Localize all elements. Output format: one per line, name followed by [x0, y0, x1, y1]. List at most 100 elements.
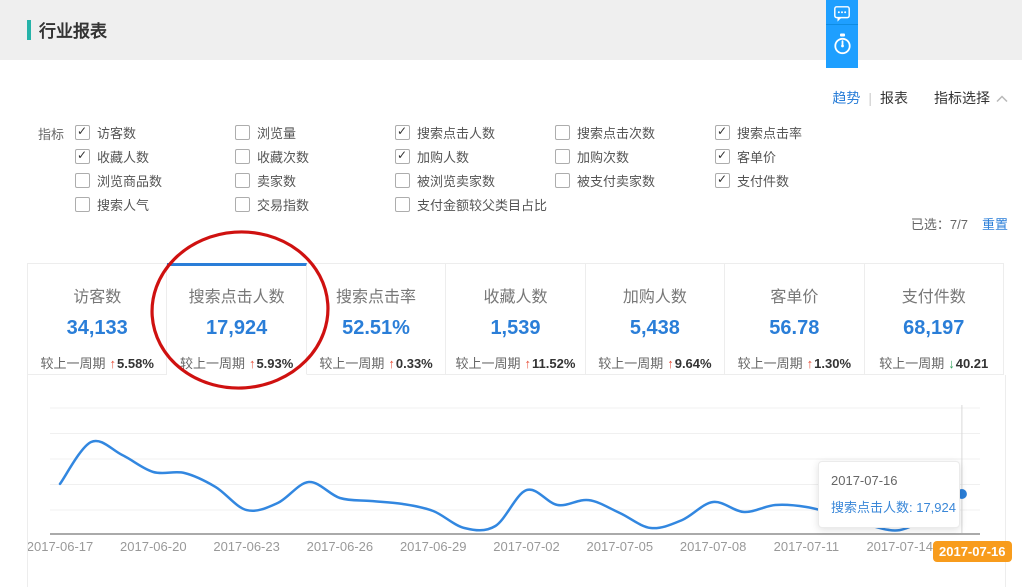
trend-arrow-icon: ↓	[948, 356, 955, 371]
floating-toolbar	[826, 0, 858, 68]
card-value: 17,924	[167, 317, 305, 340]
x-axis-label: 2017-07-05	[587, 539, 654, 554]
tooltip-date: 2017-07-16	[831, 473, 947, 488]
card-value: 68,197	[865, 317, 1003, 340]
metric-card[interactable]: 搜索点击率 52.51% 较上一周期↑0.33%	[307, 263, 446, 375]
checkbox-label: 加购次数	[577, 147, 629, 166]
checkbox-label: 被支付卖家数	[577, 171, 655, 190]
checkbox[interactable]	[75, 149, 90, 164]
metric-column-4: 搜索点击次数 加购次数 被支付卖家数	[555, 120, 715, 216]
checkbox[interactable]	[555, 149, 570, 164]
checkbox[interactable]	[555, 125, 570, 140]
metric-checkbox-item[interactable]: 搜索点击率	[715, 120, 875, 144]
trend-arrow-icon: ↑	[807, 356, 814, 371]
x-axis-label: 2017-07-11	[774, 539, 840, 554]
metric-checkbox-item[interactable]: 客单价	[715, 144, 875, 168]
checkbox[interactable]	[75, 197, 90, 212]
x-axis-label: 2017-07-02	[493, 539, 560, 554]
x-axis-label: 2017-06-23	[213, 539, 280, 554]
metric-checkbox-item[interactable]: 支付件数	[715, 168, 875, 192]
metric-column-3: 搜索点击人数 加购人数 被浏览卖家数 支付金额较父类目占比	[395, 120, 555, 216]
checkbox-label: 交易指数	[257, 195, 309, 214]
reset-link[interactable]: 重置	[982, 214, 1008, 233]
trend-arrow-icon: ↑	[249, 356, 256, 371]
metric-checkbox-item[interactable]: 收藏人数	[75, 144, 235, 168]
metric-checkbox-item[interactable]: 浏览商品数	[75, 168, 235, 192]
checkbox[interactable]	[235, 173, 250, 188]
metric-card[interactable]: 搜索点击人数 17,924 较上一周期↑5.93%	[167, 263, 306, 375]
checkbox-label: 浏览商品数	[97, 171, 162, 190]
metric-card[interactable]: 收藏人数 1,539 较上一周期↑11.52%	[446, 263, 585, 375]
checkbox-label: 收藏人数	[97, 147, 149, 166]
metric-checkbox-item[interactable]: 支付金额较父类目占比	[395, 192, 555, 216]
report-view-link[interactable]: 报表	[880, 88, 908, 108]
metric-checkbox-item[interactable]: 搜索点击次数	[555, 120, 715, 144]
feedback-chat-button[interactable]	[826, 0, 858, 25]
timer-button[interactable]	[826, 25, 858, 68]
card-title: 支付件数	[865, 283, 1003, 307]
metric-checkbox-item[interactable]: 加购次数	[555, 144, 715, 168]
metric-checkbox-item[interactable]: 访客数	[75, 120, 235, 144]
metric-checkbox-item[interactable]: 浏览量	[235, 120, 395, 144]
card-delta: 较上一周期↓40.21	[865, 353, 1003, 372]
checkbox-label: 加购人数	[417, 147, 469, 166]
title-accent-bar	[27, 20, 31, 40]
metric-select-label: 指标选择	[934, 88, 990, 108]
metric-select-toggle[interactable]: 指标选择	[934, 88, 1008, 108]
card-value: 5,438	[586, 317, 724, 340]
checkbox[interactable]	[715, 125, 730, 140]
checkbox[interactable]	[715, 173, 730, 188]
card-title: 客单价	[725, 283, 863, 307]
metric-checkbox-panel: 指标 访客数 收藏人数 浏览商品数 搜索人气 浏览量 收藏次数 卖家数 交易指数…	[38, 120, 875, 216]
metric-column-2: 浏览量 收藏次数 卖家数 交易指数	[235, 120, 395, 216]
metric-card[interactable]: 客单价 56.78 较上一周期↑1.30%	[725, 263, 864, 375]
metric-checkbox-item[interactable]: 卖家数	[235, 168, 395, 192]
card-title: 访客数	[28, 283, 166, 307]
card-title: 加购人数	[586, 283, 724, 307]
checkbox[interactable]	[235, 125, 250, 140]
metric-checkbox-item[interactable]: 被支付卖家数	[555, 168, 715, 192]
metric-card[interactable]: 访客数 34,133 较上一周期↑5.58%	[27, 263, 167, 375]
checkbox[interactable]	[75, 173, 90, 188]
card-title: 搜索点击率	[307, 283, 445, 307]
metric-card[interactable]: 加购人数 5,438 较上一周期↑9.64%	[586, 263, 725, 375]
checkbox[interactable]	[235, 149, 250, 164]
checkbox-label: 支付金额较父类目占比	[417, 195, 547, 214]
metric-checkbox-item[interactable]: 搜索点击人数	[395, 120, 555, 144]
card-value: 34,133	[28, 317, 166, 340]
metric-column-5: 搜索点击率 客单价 支付件数	[715, 120, 875, 216]
checkbox-label: 搜索点击率	[737, 123, 802, 142]
chart-tooltip: 2017-07-16 搜索点击人数: 17,924	[818, 461, 960, 528]
metric-checkbox-item[interactable]: 搜索人气	[75, 192, 235, 216]
checkbox[interactable]	[75, 125, 90, 140]
checkbox[interactable]	[395, 149, 410, 164]
trend-arrow-icon: ↑	[525, 356, 532, 371]
checkbox-label: 搜索人气	[97, 195, 149, 214]
checkbox[interactable]	[555, 173, 570, 188]
trend-view-link[interactable]: 趋势	[832, 88, 860, 108]
selected-count: 已选：7/7	[911, 214, 968, 233]
trend-arrow-icon: ↑	[388, 356, 395, 371]
checkbox-label: 访客数	[97, 123, 136, 142]
chevron-up-icon	[996, 90, 1008, 106]
checkbox-label: 被浏览卖家数	[417, 171, 495, 190]
metric-card[interactable]: 支付件数 68,197 较上一周期↓40.21	[865, 263, 1004, 375]
checkbox[interactable]	[395, 197, 410, 212]
card-delta: 较上一周期↑0.33%	[307, 353, 445, 372]
checkbox[interactable]	[235, 197, 250, 212]
metric-checkbox-item[interactable]: 收藏次数	[235, 144, 395, 168]
checkbox-label: 客单价	[737, 147, 776, 166]
page-title: 行业报表	[27, 17, 107, 42]
card-value: 56.78	[725, 317, 863, 340]
tooltip-value: 搜索点击人数: 17,924	[831, 497, 947, 516]
checkbox[interactable]	[715, 149, 730, 164]
x-axis-label: 2017-06-29	[400, 539, 467, 554]
x-axis-label: 2017-06-20	[120, 539, 187, 554]
trend-arrow-icon: ↑	[110, 356, 117, 371]
metric-checkbox-item[interactable]: 加购人数	[395, 144, 555, 168]
checkbox[interactable]	[395, 125, 410, 140]
metric-checkbox-item[interactable]: 交易指数	[235, 192, 395, 216]
card-delta: 较上一周期↑5.58%	[28, 353, 166, 372]
metric-checkbox-item[interactable]: 被浏览卖家数	[395, 168, 555, 192]
checkbox[interactable]	[395, 173, 410, 188]
